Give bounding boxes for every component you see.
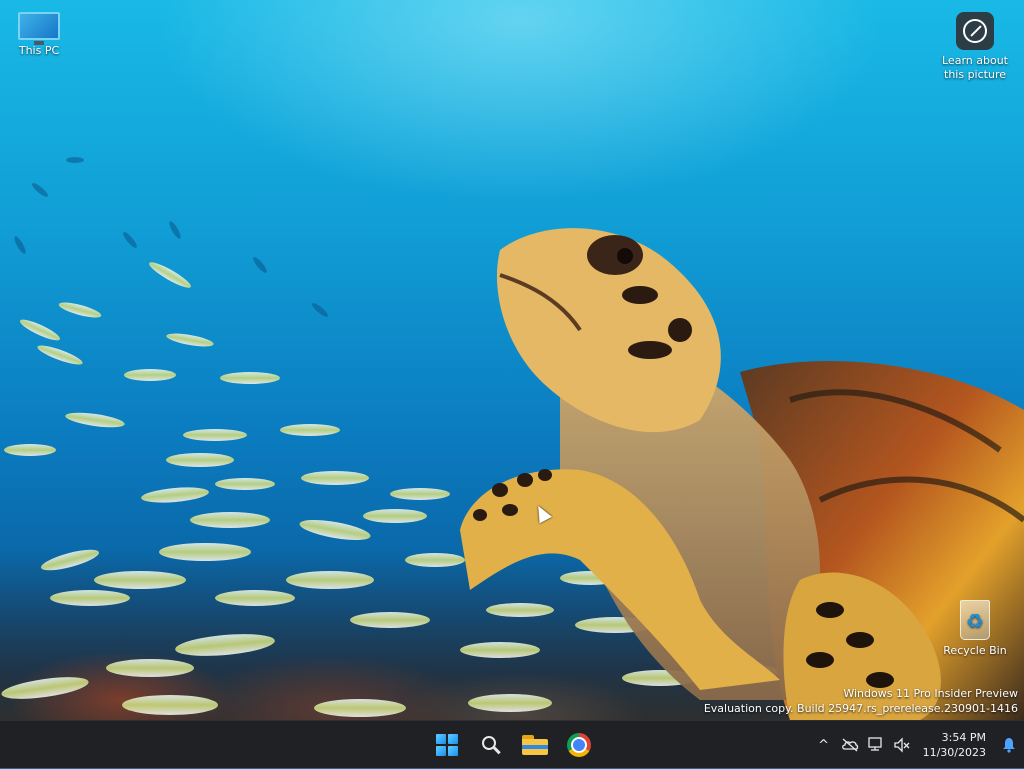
learn-label-line1: Learn about: [942, 54, 1008, 67]
clock-time: 3:54 PM: [941, 731, 986, 744]
watermark-line2: Evaluation copy. Build 25947.rs_prerelea…: [703, 702, 1018, 715]
evaluation-watermark: Windows 11 Pro Insider Preview Evaluatio…: [704, 686, 1018, 716]
notifications-button[interactable]: [994, 737, 1024, 753]
network-icon: [867, 737, 882, 751]
volume-button[interactable]: [889, 729, 915, 761]
cloud-off-icon: [841, 738, 858, 752]
onedrive-button[interactable]: [837, 729, 863, 761]
camera-info-icon: [956, 12, 994, 50]
show-hidden-icons-button[interactable]: ^: [811, 729, 837, 761]
monitor-icon: [18, 12, 60, 45]
clock-date: 11/30/2023: [922, 746, 986, 759]
watermark-line1: Windows 11 Pro Insider Preview: [843, 687, 1018, 700]
recycle-bin-tile[interactable]: ♻ Recycle Bin: [937, 600, 1013, 658]
taskbar: ^ 3:54 PM 11/30/2023: [0, 720, 1024, 768]
bell-icon: [1003, 738, 1015, 753]
chevron-up-icon: ^: [818, 737, 830, 753]
learn-label-line2: this picture: [944, 68, 1006, 81]
recycle-bin-label: Recycle Bin: [943, 644, 1007, 657]
clock-button[interactable]: 3:54 PM 11/30/2023: [915, 730, 994, 760]
windows-logo-icon: [436, 734, 458, 756]
chrome-icon: [567, 733, 591, 757]
system-tray: ^ 3:54 PM 11/30/2023: [811, 721, 1024, 769]
wallpaper-art: [1, 157, 1024, 720]
chrome-button[interactable]: [562, 728, 596, 762]
speaker-muted-icon: [893, 737, 910, 753]
network-button[interactable]: [863, 729, 889, 761]
this-pc-icon-tile[interactable]: This PC: [1, 12, 77, 58]
this-pc-label: This PC: [18, 44, 60, 57]
file-explorer-button[interactable]: [518, 728, 552, 762]
learn-about-picture-tile[interactable]: Learn about this picture: [937, 12, 1013, 82]
desktop[interactable]: This PC Learn about this picture ♻ Recyc…: [0, 0, 1024, 720]
folder-icon: [522, 735, 548, 755]
search-icon: [482, 736, 496, 750]
recycle-bin-icon: ♻: [960, 600, 990, 640]
search-button[interactable]: [474, 728, 508, 762]
start-button[interactable]: [430, 728, 464, 762]
taskbar-pinned: [430, 721, 596, 769]
